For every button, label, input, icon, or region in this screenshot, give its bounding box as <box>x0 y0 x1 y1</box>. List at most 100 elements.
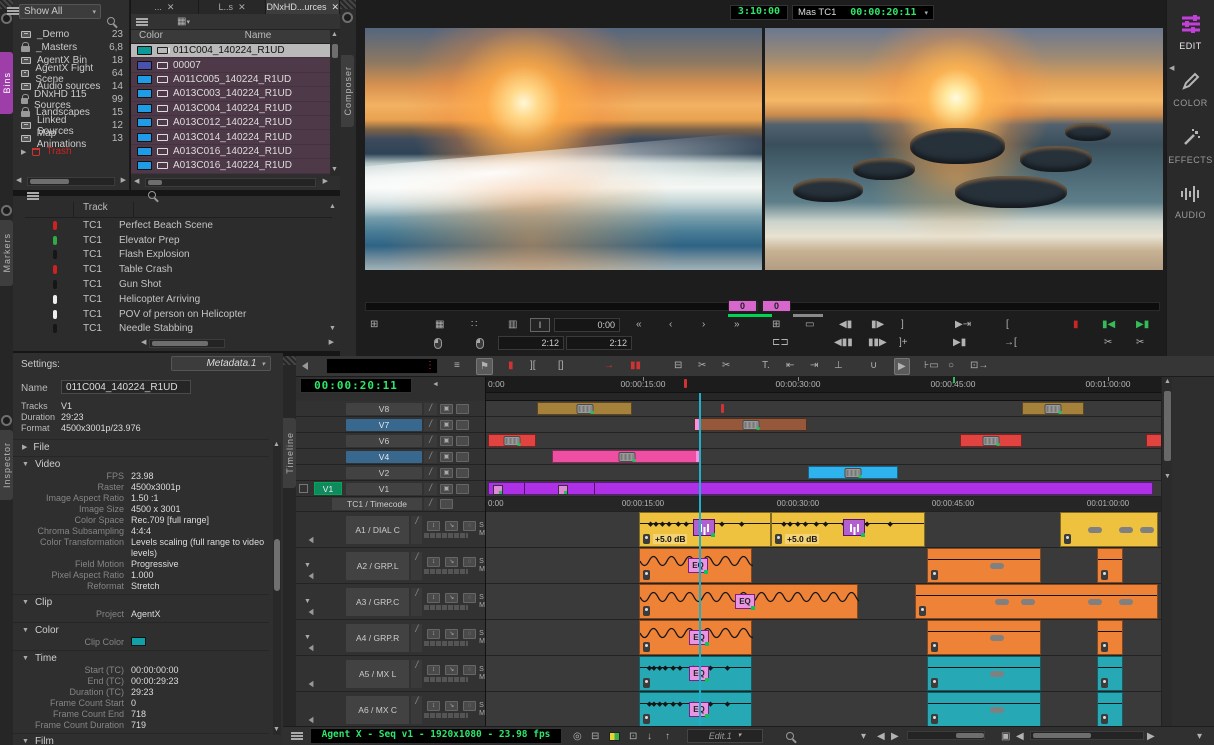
timeline-clip[interactable]: ◆◆◆◆◆◆◆◆◆+5.0 dB <box>771 512 925 547</box>
expand-icon[interactable]: ▼ <box>304 562 311 569</box>
timeline-clip[interactable] <box>960 434 1022 447</box>
markers-search-icon[interactable] <box>148 191 156 199</box>
ruler-marker-green[interactable] <box>953 377 955 383</box>
timeline-clip[interactable] <box>915 584 1158 619</box>
pencil-icon[interactable]: / <box>411 696 422 724</box>
scroll-thumb[interactable] <box>956 733 984 738</box>
waveform-icon[interactable]: ᎒ <box>427 521 440 531</box>
fast-rewind-icon[interactable]: « <box>636 317 642 333</box>
back-ten-icon[interactable]: ◀▮▮ <box>834 335 853 351</box>
track-lane-tc1[interactable]: 0:0000:00:15:0000:00:30:0000:00:45:0000:… <box>486 497 1161 512</box>
timeline-ruler[interactable]: 0:0000:00:15:0000:00:30:0000:00:45:0000:… <box>486 377 1161 393</box>
keyframe-icon[interactable]: ◆ <box>739 520 744 528</box>
grid-small-icon[interactable]: ∷ <box>471 317 477 333</box>
record-icon[interactable] <box>456 484 469 494</box>
tool-palette-icon[interactable]: ⊞ <box>370 317 378 333</box>
timeline-clip[interactable] <box>1060 512 1158 547</box>
clip-gain-icon[interactable] <box>931 678 938 688</box>
scroll-right-icon[interactable]: ▶ <box>121 172 126 190</box>
export-icon[interactable]: ⊡→ <box>970 358 988 373</box>
track-name[interactable]: TC1 / Timecode <box>332 498 422 509</box>
scroll-left-icon[interactable]: ◀ <box>16 172 21 190</box>
waveform-icon[interactable]: ᎒ <box>427 593 440 603</box>
track-name[interactable]: A4 / GRP.R <box>346 624 409 652</box>
search-icon[interactable] <box>107 17 115 25</box>
track-lane-v8[interactable] <box>486 401 1161 417</box>
pencil-icon[interactable]: / <box>424 467 437 479</box>
track-lane-v1[interactable] <box>486 481 1161 497</box>
track-header-a4[interactable]: ▼A4 / GRP.R/᎒↘◌SM <box>296 620 485 656</box>
zoom-slider[interactable] <box>907 731 985 740</box>
track-header-a3[interactable]: ▼A3 / GRP.C/᎒↘◌SM <box>296 584 485 620</box>
record-duration-display[interactable]: 2:12 <box>566 336 632 350</box>
rail-grip[interactable] <box>340 0 356 9</box>
expand-icon[interactable]: ▶ <box>21 148 26 156</box>
track-name[interactable]: A1 / DIAL C <box>346 516 409 544</box>
timeline-clip[interactable] <box>1146 434 1161 447</box>
clip-gain-icon[interactable] <box>1101 642 1108 652</box>
name-field[interactable]: 011C004_140224_R1UD <box>61 380 191 394</box>
mark-in-icon[interactable]: [ <box>1006 317 1009 333</box>
bin-clip-row[interactable]: A013C016_140224_R1UD <box>131 159 330 173</box>
extract-icon[interactable]: → <box>604 358 614 373</box>
markers-collapse-button[interactable] <box>1 205 12 216</box>
keyframe-icon[interactable]: ◆ <box>677 664 682 672</box>
clip-color-chip[interactable] <box>137 147 152 156</box>
bin-tab[interactable]: DNxHD...urces✕ <box>266 0 340 14</box>
clip-gain-icon[interactable] <box>643 642 650 652</box>
timeline-clip[interactable] <box>927 692 1041 726</box>
grid-large-icon[interactable]: ▦ <box>435 317 444 333</box>
speaker-icon[interactable] <box>309 717 314 723</box>
search-icon[interactable] <box>786 732 794 740</box>
track-header-a5[interactable]: A5 / MX L/᎒↘◌SM <box>296 656 485 692</box>
record-toggle-icon[interactable]: ◎ <box>573 728 582 745</box>
timeline-clip[interactable] <box>1097 548 1123 583</box>
record-icon[interactable] <box>456 404 469 414</box>
collapse-arrow-icon[interactable]: ◀ <box>1169 60 1174 78</box>
splice-icon[interactable]: ⊟ <box>674 358 682 373</box>
track-lane-a6[interactable]: ◆◆◆◆◆◆◆◆◆EQ <box>486 692 1161 726</box>
track-name[interactable]: V6 <box>346 435 422 447</box>
source-monitor-image[interactable] <box>365 28 762 270</box>
audiosuite-badge[interactable] <box>693 519 715 536</box>
timeline-timecode[interactable]: 00:00:20:11 <box>300 378 412 393</box>
patch-button[interactable]: V1 <box>314 482 342 495</box>
scroll-left-icon[interactable]: ◀ <box>134 173 139 191</box>
clip-marker-red[interactable] <box>721 404 724 413</box>
waveform-icon[interactable]: ᎒ <box>427 629 440 639</box>
pencil-icon[interactable]: / <box>411 660 422 688</box>
scroll-right-icon[interactable]: ▶ <box>891 728 899 745</box>
bin-clip-row[interactable]: A013C003_140224_R1UD <box>131 87 330 101</box>
clip-color-chip[interactable] <box>137 89 152 98</box>
bin-clip-row[interactable]: 00007 <box>131 58 330 72</box>
track-header-tc1[interactable]: TC1 / Timecode/ <box>296 497 485 512</box>
clip-gain-icon[interactable] <box>775 534 782 544</box>
clip-gain-icon[interactable] <box>643 606 650 616</box>
close-icon[interactable]: ✕ <box>238 2 246 13</box>
track-header-v6[interactable]: V6/▣ <box>296 433 485 449</box>
clip-gain-icon[interactable] <box>931 642 938 652</box>
track-header-a6[interactable]: A6 / MX C/᎒↘◌SM <box>296 692 485 728</box>
timeline-clip[interactable]: ◆◆◆◆◆◆◆◆◆+5.0 dB <box>639 512 771 547</box>
track-header-v4[interactable]: V4/▣ <box>296 449 485 465</box>
keyframe-icon[interactable]: ◆ <box>823 520 828 528</box>
workspace-effects[interactable]: EFFECTS <box>1167 114 1214 171</box>
track-header-v1[interactable]: V1V1/▣ <box>296 481 485 497</box>
pencil-icon[interactable]: / <box>411 552 422 580</box>
marker-row[interactable]: TC1Elevator Prep <box>25 233 324 248</box>
timeline-clip[interactable] <box>1097 692 1123 726</box>
trim-left-icon[interactable]: ⇤ <box>786 358 794 373</box>
metadata-preset-select[interactable]: Metadata.1▾ <box>171 356 271 371</box>
go-to-in-icon[interactable]: ▮◀ <box>1102 317 1115 333</box>
keyframe-icon[interactable]: ◆ <box>888 520 893 528</box>
timeline-clip[interactable] <box>1022 402 1084 415</box>
source-duration-display[interactable]: 2:12 <box>498 336 564 350</box>
mouse-left-icon[interactable] <box>434 338 442 349</box>
mouse-right-icon[interactable] <box>476 338 484 349</box>
scrollbar-right-icon[interactable]: ▶ <box>1147 728 1155 745</box>
clip-gain-icon[interactable] <box>1101 570 1108 580</box>
timeline-vscrollbar[interactable]: ▲ ▼ <box>1161 377 1172 726</box>
markers-menu-icon[interactable] <box>27 192 39 200</box>
play-to-in-icon[interactable]: ▶▮ <box>953 335 966 351</box>
step-up-icon[interactable]: ↑ <box>665 728 670 745</box>
